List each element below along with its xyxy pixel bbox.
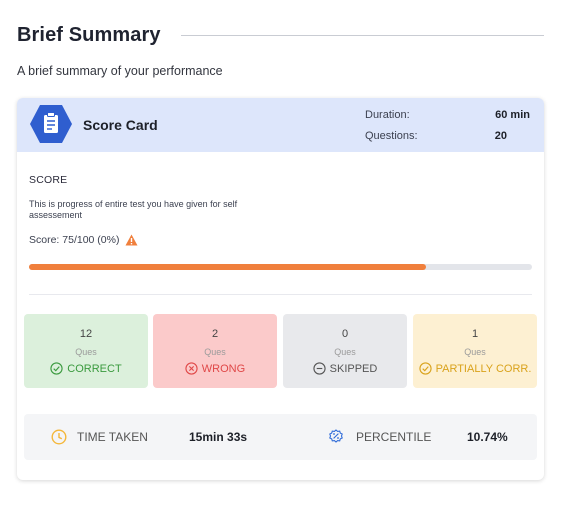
time-taken-label: TIME TAKEN xyxy=(77,430,148,444)
stat-count: 0 xyxy=(341,328,349,340)
stat-label-text: PARTIALLY CORR. xyxy=(435,362,532,375)
score-line: Score: 75/100 (0%) xyxy=(29,234,138,246)
summary-footer: TIME TAKEN 15min 33s PERCENTILE 10.74% xyxy=(24,414,537,460)
stat-label: WRONG xyxy=(153,362,277,375)
header-divider xyxy=(180,34,544,36)
section-divider xyxy=(29,294,532,295)
percentile: PERCENTILE xyxy=(328,414,431,460)
stat-count: 2 xyxy=(211,328,219,340)
check-circle-icon xyxy=(50,362,63,375)
duration-label: Duration: xyxy=(365,109,410,121)
duration-value: 60 min xyxy=(495,109,530,121)
stat-label: CORRECT xyxy=(24,362,148,375)
stat-label: PARTIALLY CORR. xyxy=(413,362,537,375)
score-card-title: Score Card xyxy=(83,117,158,133)
page-title: Brief Summary xyxy=(17,23,161,46)
time-taken-value: 15min 33s xyxy=(189,430,248,444)
stat-label-text: WRONG xyxy=(201,362,246,375)
clipboard-icon xyxy=(30,105,72,143)
stat-unit: Ques xyxy=(464,347,486,357)
stat-label-text: CORRECT xyxy=(67,362,122,375)
questions-value: 20 xyxy=(494,130,507,142)
score-text: Score: 75/100 (0%) xyxy=(29,234,120,246)
page-subtitle: A brief summary of your performance xyxy=(17,64,223,78)
stat-label-text: SKIPPED xyxy=(329,362,378,375)
stat-unit: Ques xyxy=(75,347,97,357)
stat-unit: Ques xyxy=(334,347,356,357)
percentile-label: PERCENTILE xyxy=(356,430,432,444)
clock-icon xyxy=(51,429,67,445)
summary-header: Brief Summary xyxy=(17,22,544,48)
percent-badge-icon xyxy=(329,429,343,443)
stat-correct: 12 Ques CORRECT xyxy=(24,314,148,388)
stat-count: 1 xyxy=(471,328,479,340)
stat-count: 12 xyxy=(79,328,93,340)
questions-label: Questions: xyxy=(365,130,418,142)
score-description: This is progress of entire test you have… xyxy=(29,199,238,220)
score-card-header: Score Card Duration: 60 min Questions: 2… xyxy=(17,98,544,152)
percentile-value: 10.74% xyxy=(467,430,508,444)
stat-partially-correct: 1 Ques PARTIALLY CORR. xyxy=(413,314,537,388)
x-circle-icon xyxy=(185,362,198,375)
stat-unit: Ques xyxy=(204,347,226,357)
check-circle-icon xyxy=(418,362,432,375)
score-heading: SCORE xyxy=(29,174,68,186)
score-progress-bar xyxy=(29,264,532,270)
time-taken: TIME TAKEN xyxy=(51,414,148,460)
minus-circle-icon xyxy=(313,362,326,375)
warning-icon xyxy=(125,234,138,246)
score-card: Score Card Duration: 60 min Questions: 2… xyxy=(17,98,544,480)
score-progress-fill xyxy=(29,264,427,270)
stat-wrong: 2 Ques WRONG xyxy=(153,314,277,388)
stat-skipped: 0 Ques SKIPPED xyxy=(283,314,407,388)
stat-label: SKIPPED xyxy=(283,362,407,375)
